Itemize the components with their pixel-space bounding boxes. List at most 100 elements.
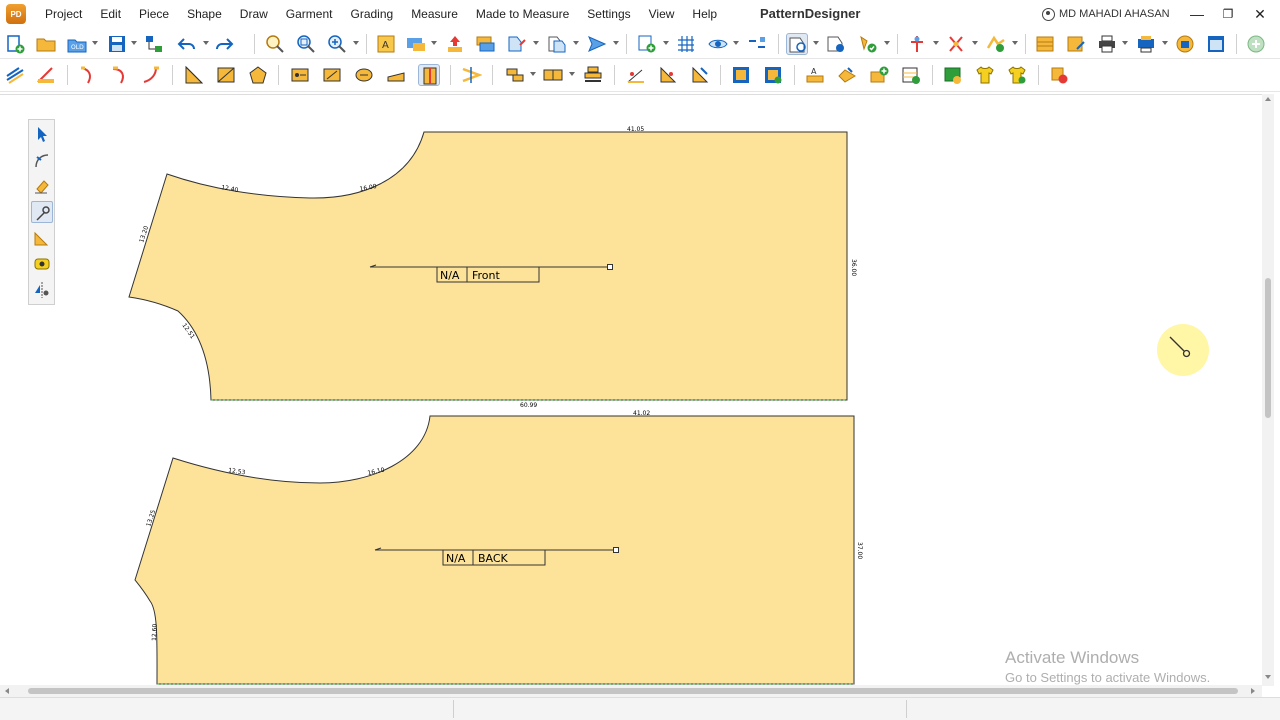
window-icon[interactable] — [1205, 33, 1227, 55]
save-icon[interactable] — [106, 33, 128, 55]
garment-settings-icon[interactable] — [1006, 64, 1028, 86]
pattern-piece-back[interactable]: 41.02 12.53 16.10 13.25 12.60 37.00 N/A … — [134, 410, 863, 685]
add-piece-icon[interactable] — [636, 33, 658, 55]
align-bottom-icon[interactable] — [582, 64, 604, 86]
curve-pleat-icon[interactable] — [140, 64, 162, 86]
shape-triangle-icon[interactable] — [183, 64, 205, 86]
grade-apply-icon[interactable] — [985, 33, 1007, 55]
old-file-icon[interactable]: OLD — [66, 33, 88, 55]
marker-edit-icon[interactable] — [1065, 33, 1087, 55]
menu-view[interactable]: View — [640, 0, 684, 28]
ruler-line-icon[interactable] — [35, 64, 57, 86]
visibility-eye-icon[interactable] — [707, 33, 729, 55]
restore-button[interactable]: ❐ — [1213, 0, 1243, 28]
export-icon[interactable] — [1174, 33, 1196, 55]
undo-icon[interactable] — [176, 33, 198, 55]
minimize-button[interactable]: — — [1182, 0, 1212, 28]
menu-piece[interactable]: Piece — [130, 0, 178, 28]
scroll-up-icon[interactable] — [1265, 97, 1271, 101]
notch-icon[interactable] — [418, 64, 440, 86]
zoom-window-icon[interactable] — [295, 33, 317, 55]
marker-icon[interactable] — [1034, 33, 1056, 55]
user-account[interactable]: MD MAHADI AHASAN — [1042, 0, 1170, 28]
add-label-icon[interactable] — [868, 64, 890, 86]
pattern-piece-front[interactable]: 41.05 12.40 16.00 13.20 12.51 36.00 60.9… — [128, 126, 857, 409]
structure-icon[interactable] — [143, 33, 165, 55]
pattern-canvas[interactable]: 41.05 12.40 16.00 13.20 12.51 36.00 60.9… — [0, 94, 1262, 686]
picture-add-icon[interactable] — [942, 64, 964, 86]
zoom-in-icon[interactable] — [326, 33, 348, 55]
cut-label-icon[interactable] — [836, 64, 858, 86]
slash-icon[interactable] — [321, 64, 343, 86]
menu-shape[interactable]: Shape — [178, 0, 231, 28]
piece-check-icon[interactable] — [857, 33, 879, 55]
image-frame-icon[interactable] — [730, 64, 752, 86]
shape-pentagon-icon[interactable] — [247, 64, 269, 86]
pin-tool-icon[interactable] — [31, 201, 53, 223]
draw-line-icon[interactable] — [4, 64, 26, 86]
send-icon[interactable] — [586, 33, 608, 55]
menu-made-to-measure[interactable]: Made to Measure — [467, 0, 578, 28]
grade-rule-icon[interactable] — [906, 33, 928, 55]
point-add-icon[interactable] — [625, 64, 647, 86]
open-folder-icon[interactable] — [35, 33, 57, 55]
eraser-tool-icon[interactable] — [31, 175, 53, 197]
dimension-icon[interactable] — [746, 33, 768, 55]
zoom-fit-icon[interactable] — [264, 33, 286, 55]
point-move-icon[interactable] — [657, 64, 679, 86]
shape-slant-icon[interactable] — [215, 64, 237, 86]
vertical-scroll-thumb[interactable] — [1265, 278, 1271, 418]
text-tool-icon[interactable]: A — [375, 33, 397, 55]
menu-edit[interactable]: Edit — [91, 0, 130, 28]
grade-delete-icon[interactable] — [945, 33, 967, 55]
pocket-icon[interactable] — [385, 64, 407, 86]
curve-fold-icon[interactable] — [109, 64, 131, 86]
add-sheet-icon[interactable] — [900, 64, 922, 86]
garment-icon[interactable] — [974, 64, 996, 86]
button-icon[interactable] — [289, 64, 311, 86]
scroll-down-icon[interactable] — [1265, 675, 1271, 679]
menu-settings[interactable]: Settings — [578, 0, 639, 28]
piece-info-icon[interactable] — [825, 33, 847, 55]
horizontal-scroll-thumb[interactable] — [28, 688, 1238, 694]
menu-help[interactable]: Help — [683, 0, 726, 28]
menu-garment[interactable]: Garment — [277, 0, 342, 28]
tape-measure-icon[interactable] — [31, 253, 53, 275]
layout-icon[interactable] — [405, 33, 427, 55]
piece-up-icon[interactable] — [444, 33, 466, 55]
new-project-icon[interactable] — [4, 33, 26, 55]
record-icon[interactable] — [1048, 64, 1070, 86]
scroll-right-icon[interactable] — [1251, 688, 1255, 694]
align-middle-icon[interactable] — [542, 64, 564, 86]
menu-grading[interactable]: Grading — [341, 0, 402, 28]
horizontal-scrollbar[interactable] — [0, 685, 1262, 697]
close-button[interactable]: ✕ — [1245, 0, 1275, 28]
vertical-scrollbar[interactable] — [1262, 94, 1274, 686]
piece-stack-icon[interactable] — [474, 33, 496, 55]
print-icon[interactable] — [1096, 33, 1118, 55]
align-top-icon[interactable] — [504, 64, 526, 86]
annotate-icon[interactable]: A — [804, 64, 826, 86]
split-piece-icon[interactable] — [460, 64, 482, 86]
mirror-tool-icon[interactable] — [31, 279, 53, 301]
grid-icon[interactable] — [675, 33, 697, 55]
ruler-tool-icon[interactable] — [31, 227, 53, 249]
app-logo-icon[interactable]: PD — [6, 4, 26, 24]
scroll-left-icon[interactable] — [5, 688, 9, 694]
buttonhole-icon[interactable] — [353, 64, 375, 86]
select-tool-icon[interactable] — [31, 123, 53, 145]
menu-project[interactable]: Project — [36, 0, 91, 28]
image-settings-icon[interactable] — [762, 64, 784, 86]
help-icon[interactable] — [1245, 33, 1267, 55]
shape-copy-icon[interactable] — [546, 33, 568, 55]
shape-edit-icon[interactable] — [506, 33, 528, 55]
piece-view-icon[interactable] — [786, 33, 808, 55]
point-rotate-icon[interactable] — [689, 64, 711, 86]
menu-draw[interactable]: Draw — [231, 0, 277, 28]
curve-dart-icon[interactable] — [77, 64, 99, 86]
plotter-icon[interactable] — [1135, 33, 1157, 55]
redo-icon[interactable] — [213, 33, 235, 55]
menu-measure[interactable]: Measure — [402, 0, 467, 28]
curve-tool-icon[interactable] — [31, 149, 53, 171]
front-piece-outline[interactable] — [128, 131, 848, 401]
